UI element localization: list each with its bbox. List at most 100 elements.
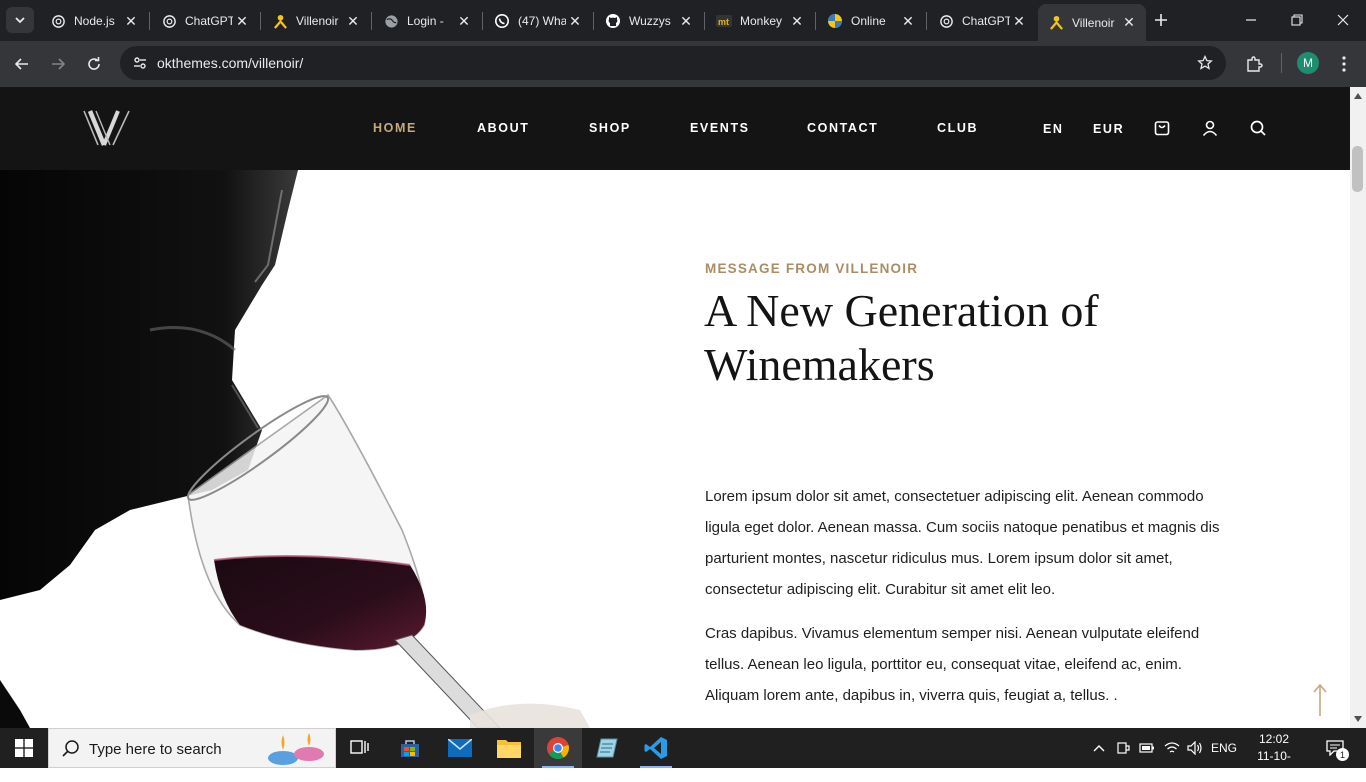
browser-tab[interactable]: Login - ✕	[373, 6, 481, 36]
new-tab-button[interactable]	[1150, 9, 1172, 31]
minimize-icon	[1246, 19, 1256, 21]
scrollbar-thumb[interactable]	[1352, 146, 1363, 192]
account-icon[interactable]	[1199, 117, 1221, 139]
tab-title: Login -	[407, 14, 444, 28]
system-clock[interactable]: 12:02 11-10-2024	[1244, 731, 1304, 782]
browser-tab-strip: Node.js ✕ ChatGPT ✕ Villenoir ✕ Login - …	[0, 0, 1366, 41]
currency-switcher[interactable]: EUR	[1093, 122, 1124, 136]
show-hidden-icons-button[interactable]	[1089, 728, 1109, 768]
nav-club[interactable]: CLUB	[937, 121, 978, 135]
restore-button[interactable]	[1274, 0, 1320, 40]
back-button[interactable]	[8, 50, 36, 78]
reload-button[interactable]	[80, 50, 108, 78]
tab-divider	[149, 12, 150, 30]
notes-app-button[interactable]	[583, 728, 631, 768]
reload-icon	[88, 57, 100, 70]
villenoir-icon	[272, 13, 288, 29]
arrow-left-icon	[14, 58, 28, 70]
notification-count-badge: 1	[1336, 748, 1349, 761]
browser-tab[interactable]: Node.js ✕	[40, 6, 148, 36]
search-placeholder: Type here to search	[89, 741, 222, 758]
tab-divider	[926, 12, 927, 30]
back-to-top-arrow-icon[interactable]	[1309, 683, 1331, 717]
chrome-taskbar-button[interactable]	[534, 728, 582, 768]
arrow-right-icon	[52, 58, 66, 70]
close-tab-icon[interactable]: ✕	[677, 12, 695, 30]
close-tab-icon[interactable]: ✕	[122, 12, 140, 30]
scroll-up-arrow-icon[interactable]	[1352, 90, 1364, 102]
chatgpt-icon	[938, 13, 954, 29]
forward-button[interactable]	[44, 50, 72, 78]
browser-tab[interactable]: ChatGPT ✕	[928, 6, 1036, 36]
tab-divider	[371, 12, 372, 30]
chatgpt-icon	[50, 13, 66, 29]
browser-tab[interactable]: Villenoir ✕	[262, 6, 370, 36]
close-tab-icon[interactable]: ✕	[344, 12, 362, 30]
search-icon[interactable]	[1247, 117, 1269, 139]
vscode-taskbar-button[interactable]	[632, 728, 680, 768]
tab-search-button[interactable]	[6, 7, 34, 33]
nav-contact[interactable]: CONTACT	[807, 121, 878, 135]
language-switcher[interactable]: EN	[1043, 122, 1064, 136]
bookmark-star-icon[interactable]	[1194, 52, 1216, 74]
start-button[interactable]	[0, 728, 48, 768]
headline-line-2: Winemakers	[704, 339, 935, 390]
site-info-icon[interactable]	[128, 51, 152, 75]
close-tab-icon[interactable]: ✕	[788, 12, 806, 30]
tab-divider	[593, 12, 594, 30]
mail-button[interactable]	[436, 728, 484, 768]
tab-divider	[260, 12, 261, 30]
battery-icon[interactable]	[1137, 728, 1157, 768]
site-header: HOME ABOUT SHOP EVENTS CONTACT CLUB EN E…	[0, 87, 1350, 170]
close-tab-icon[interactable]: ✕	[899, 12, 917, 30]
extensions-button[interactable]	[1240, 50, 1268, 78]
tab-divider	[815, 12, 816, 30]
puzzle-icon	[1247, 56, 1263, 72]
browser-tab[interactable]: ChatGPT ✕	[151, 6, 259, 36]
browser-toolbar: okthemes.com/villenoir/	[0, 41, 1366, 87]
notepad-icon	[596, 738, 618, 758]
address-bar[interactable]: okthemes.com/villenoir/	[120, 46, 1226, 80]
cart-icon[interactable]	[1151, 117, 1173, 139]
minimize-button[interactable]	[1228, 0, 1274, 40]
close-window-button[interactable]	[1320, 0, 1366, 40]
input-language-indicator[interactable]: ENG	[1206, 728, 1242, 768]
volume-icon[interactable]	[1184, 728, 1206, 768]
close-tab-icon[interactable]: ✕	[1120, 14, 1138, 32]
nav-shop[interactable]: SHOP	[589, 121, 631, 135]
file-explorer-button[interactable]	[485, 728, 533, 768]
close-tab-icon[interactable]: ✕	[566, 12, 584, 30]
browser-menu-button[interactable]	[1330, 50, 1358, 78]
plus-icon	[1155, 14, 1167, 26]
wifi-icon[interactable]	[1161, 728, 1183, 768]
close-tab-icon[interactable]: ✕	[455, 12, 473, 30]
url-text[interactable]: okthemes.com/villenoir/	[157, 55, 303, 71]
chatgpt-icon	[161, 13, 177, 29]
villenoir-logo[interactable]	[80, 105, 134, 149]
profile-avatar[interactable]: M	[1297, 52, 1319, 74]
tab-divider	[704, 12, 705, 30]
close-icon	[1337, 14, 1349, 26]
nav-home[interactable]: HOME	[373, 121, 417, 135]
microsoft-store-button[interactable]	[386, 728, 434, 768]
browser-tab[interactable]: (47) WhatsApp ✕	[484, 6, 592, 36]
browser-tab[interactable]: Online ✕	[817, 6, 925, 36]
windows-taskbar: Type here to search ENG 12:02 11-10-2024…	[0, 728, 1366, 780]
browser-tab-active[interactable]: Villenoir ✕	[1038, 4, 1146, 41]
tab-title: Villenoir	[1072, 15, 1115, 30]
task-view-button[interactable]	[336, 728, 384, 768]
tab-title: (47) WhatsApp	[518, 14, 566, 28]
taskbar-search-box[interactable]: Type here to search	[48, 728, 336, 768]
body-paragraph-2: Cras dapibus. Vivamus elementum semper n…	[705, 625, 1200, 704]
scroll-down-arrow-icon[interactable]	[1352, 713, 1364, 725]
close-tab-icon[interactable]: ✕	[233, 12, 251, 30]
tab-title: Monkey	[740, 14, 783, 28]
nav-about[interactable]: ABOUT	[477, 121, 529, 135]
browser-tab[interactable]: Wuzzys ✕	[595, 6, 703, 36]
close-tab-icon[interactable]: ✕	[1010, 12, 1028, 30]
task-view-icon	[350, 740, 369, 754]
notification-center-button[interactable]: 1	[1320, 728, 1350, 768]
device-tray-icon[interactable]	[1113, 728, 1133, 768]
nav-events[interactable]: EVENTS	[690, 121, 750, 135]
browser-tab[interactable]: mt Monkey ✕	[706, 6, 814, 36]
